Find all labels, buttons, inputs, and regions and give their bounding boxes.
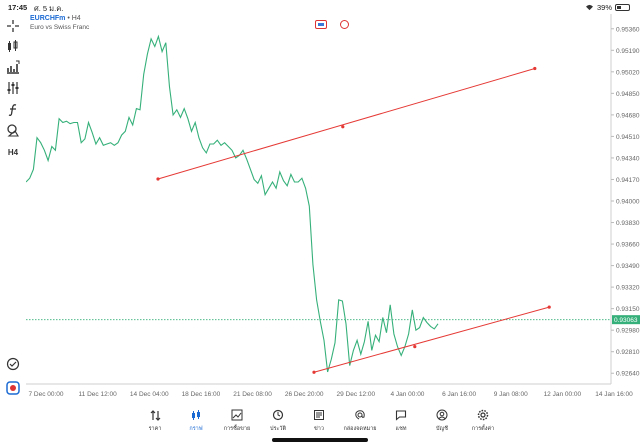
trade-chart-icon [231, 409, 243, 421]
nav-item-arrows-updown[interactable]: ราคา [135, 409, 175, 433]
symbol-header: EURCHFm • H4 [30, 15, 81, 22]
news-icon [314, 410, 324, 420]
trendline-anchor-point [312, 370, 316, 374]
nav-item-label: กล่องจดหมาย [343, 426, 377, 432]
price-tick-label: 0.94000 [616, 199, 640, 206]
nav-item-gear[interactable]: การตั้งค่า [463, 409, 503, 433]
status-right: 39% [585, 3, 630, 12]
price-tick-label: 0.93150 [616, 306, 640, 313]
chat-icon [395, 410, 407, 421]
one-click-trading-button[interactable] [315, 20, 327, 29]
nav-item-candles[interactable]: กราฟ [176, 409, 216, 433]
date-tick-label: 26 Dec 20:00 [285, 391, 324, 398]
date-tick-label: 29 Dec 12:00 [336, 391, 375, 398]
nav-item-label: บัญชี [436, 426, 448, 432]
indicators-icon[interactable] [5, 59, 21, 75]
settings-sliders-icon[interactable] [5, 80, 21, 96]
search-icon[interactable] [5, 356, 21, 372]
nav-item-account[interactable]: บัญชี [422, 409, 462, 433]
objects-icon[interactable] [5, 122, 21, 138]
date-tick-label: 11 Dec 12:00 [79, 391, 118, 398]
price-chart[interactable]: 0.95360 0.95190 0.95020 0.94850 0.94680 0.945… [26, 14, 640, 406]
trendline-anchor-point [341, 125, 345, 129]
nav-item-news[interactable]: ข่าว [299, 409, 339, 433]
chart-type-icon[interactable] [5, 38, 21, 54]
price-tick-label: 0.92810 [616, 349, 640, 356]
price-tick-label: 0.94510 [616, 134, 640, 141]
nav-item-chat[interactable]: แชท [381, 409, 421, 433]
trendline-anchor-point [533, 66, 537, 71]
home-indicator [272, 438, 368, 442]
battery-fill [617, 6, 622, 9]
crosshair-icon[interactable] [5, 18, 21, 34]
wifi-icon [585, 4, 593, 11]
price-tick-label: 0.94850 [616, 91, 640, 98]
nav-item-label: กราฟ [189, 426, 203, 432]
symbol-name: EURCHFm [30, 15, 66, 22]
nav-item-label: ข่าว [314, 426, 324, 432]
account-icon [436, 409, 448, 421]
nav-item-at[interactable]: กล่องจดหมาย [340, 409, 380, 433]
price-tick-label: 0.94680 [616, 112, 640, 119]
symbol-description: Euro vs Swiss Franc [30, 24, 90, 31]
price-tick-label: 0.95360 [616, 26, 640, 33]
trendline-anchor-point [413, 345, 417, 349]
candles-icon [192, 410, 200, 420]
left-toolbar: H4 [0, 14, 26, 406]
price-tick-label: 0.95020 [616, 69, 640, 76]
battery-icon [615, 4, 630, 11]
status-time: 17:45 [8, 3, 28, 12]
price-tick-label: 0.93320 [616, 285, 640, 292]
function-icon[interactable] [5, 102, 21, 118]
price-tick-label: 0.93660 [616, 242, 640, 249]
price-tick-label: 0.94170 [616, 177, 640, 184]
timeframe-button[interactable]: H4 [5, 144, 21, 160]
close-trade-icon[interactable] [340, 20, 349, 29]
chart-area[interactable]: 0.95360 0.95190 0.95020 0.94850 0.94680 0.945… [26, 14, 640, 406]
trendline [157, 68, 535, 180]
price-tick-label: 0.93490 [616, 263, 640, 270]
trendline-anchor-point [156, 177, 160, 181]
symbol-timeframe: H4 [71, 15, 81, 22]
price-tick-label: 0.92980 [616, 328, 640, 335]
app-logo-icon[interactable] [5, 380, 21, 396]
date-tick-label: 14 Dec 04:00 [130, 391, 169, 398]
trendline [313, 306, 550, 373]
price-tick-label: 0.93830 [616, 220, 640, 227]
current-price-label: 0.93063 [614, 317, 638, 324]
price-tick-label: 0.92640 [616, 371, 640, 378]
date-tick-label: 21 Dec 08:00 [233, 391, 272, 398]
arrows-updown-icon [150, 410, 161, 421]
nav-item-label: แชท [395, 426, 407, 432]
date-tick-label: 7 Dec 00:00 [28, 391, 63, 398]
gear-icon [477, 409, 489, 421]
price-tick-label: 0.95190 [616, 48, 640, 55]
nav-item-label: การซื้อขาย [223, 426, 251, 432]
date-tick-label: 12 Jan 00:00 [544, 391, 582, 398]
status-bar: 17:45 ศ. 5 ม.ค. 39% [0, 0, 640, 14]
at-icon [355, 410, 365, 420]
date-tick-label: 9 Jan 08:00 [494, 391, 528, 398]
battery-percent: 39% [596, 3, 612, 12]
history-icon [272, 409, 284, 421]
date-tick-label: 6 Jan 16:00 [442, 391, 476, 398]
nav-item-label: ราคา [148, 426, 162, 432]
trendline-anchor-point [547, 305, 551, 309]
date-tick-label: 18 Dec 16:00 [182, 391, 221, 398]
nav-item-label: การตั้งค่า [471, 426, 495, 432]
nav-item-history[interactable]: ประวัติ [258, 409, 298, 433]
price-line-series [26, 34, 439, 373]
nav-item-label: ประวัติ [269, 426, 287, 432]
price-tick-label: 0.94340 [616, 155, 640, 162]
date-tick-label: 4 Jan 00:00 [390, 391, 424, 398]
symbol-separator: • [67, 15, 70, 22]
date-tick-label: 14 Jan 16:00 [595, 391, 633, 398]
nav-item-trade-chart[interactable]: การซื้อขาย [217, 409, 257, 433]
timeframe-label: H4 [7, 147, 19, 157]
